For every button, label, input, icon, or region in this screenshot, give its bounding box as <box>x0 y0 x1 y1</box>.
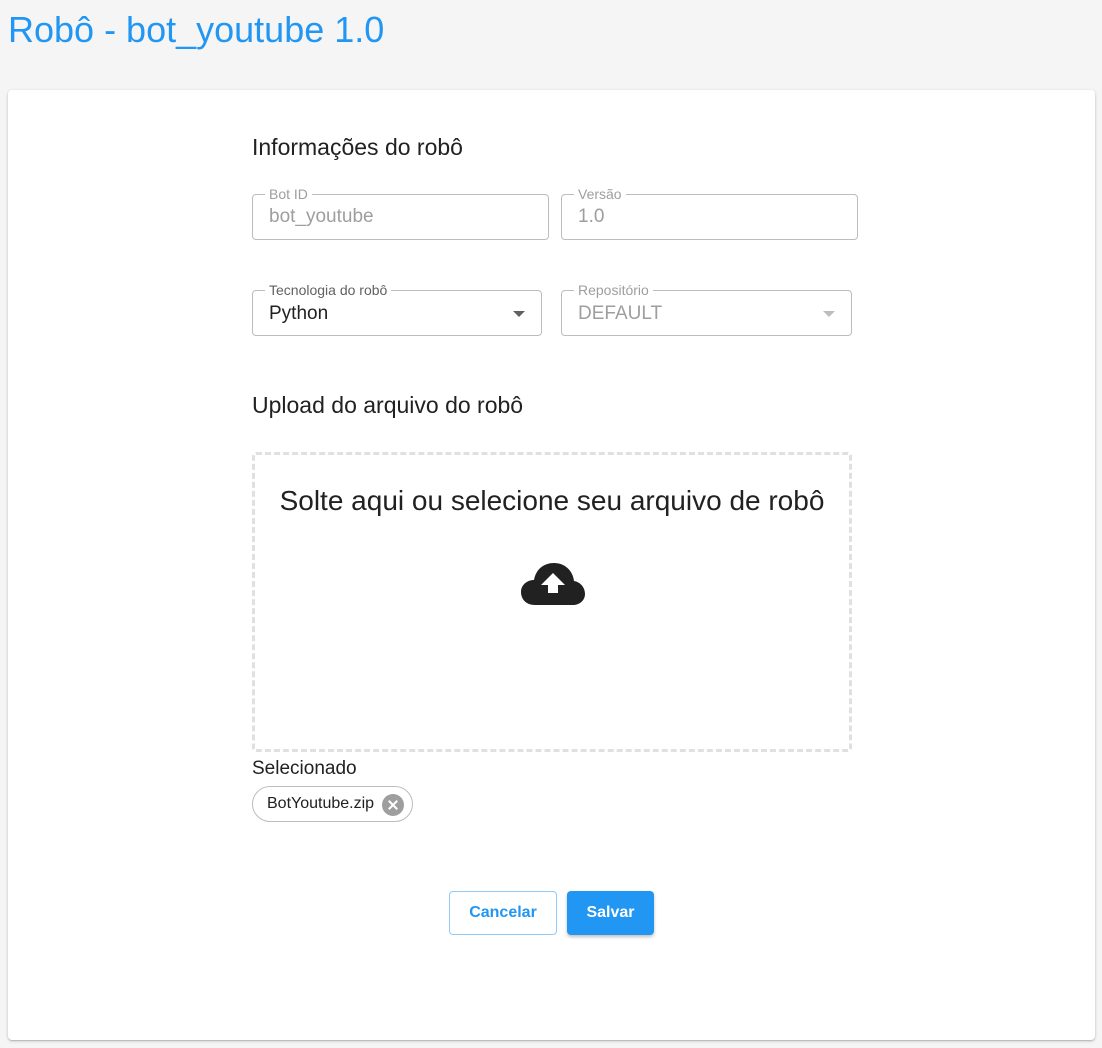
bot-id-input[interactable] <box>269 195 532 239</box>
page-title: Robô - bot_youtube 1.0 <box>8 9 385 50</box>
chevron-down-icon[interactable] <box>513 311 525 317</box>
info-section-title: Informações do robô <box>252 134 463 160</box>
chevron-down-icon <box>823 311 835 317</box>
selected-file-chip: BotYoutube.zip <box>252 786 414 822</box>
versao-field[interactable]: Versão <box>561 185 858 240</box>
save-button[interactable]: Salvar <box>567 891 654 935</box>
repositorio-label: Repositório <box>574 281 653 299</box>
cloud-upload-icon <box>521 563 585 605</box>
tecnologia-value: Python <box>269 303 329 324</box>
tecnologia-select[interactable]: Tecnologia do robô Python <box>252 281 542 336</box>
bot-id-field[interactable]: Bot ID <box>252 185 549 240</box>
remove-file-icon[interactable] <box>382 794 405 816</box>
cancel-button[interactable]: Cancelar <box>449 891 557 935</box>
repositorio-value: DEFAULT <box>578 303 663 324</box>
bot-form-card: Informações do robô Bot ID Versão Tecnol… <box>8 90 1095 1040</box>
dropzone-text: Solte aqui ou selecione seu arquivo de r… <box>279 485 825 516</box>
versao-input[interactable] <box>578 195 841 239</box>
selected-label: Selecionado <box>252 758 357 779</box>
selected-file-name: BotYoutube.zip <box>267 795 375 812</box>
repositorio-select: Repositório DEFAULT <box>561 281 852 336</box>
upload-section-title: Upload do arquivo do robô <box>252 392 524 418</box>
tecnologia-label: Tecnologia do robô <box>265 281 392 299</box>
file-dropzone[interactable]: Solte aqui ou selecione seu arquivo de r… <box>252 452 852 752</box>
